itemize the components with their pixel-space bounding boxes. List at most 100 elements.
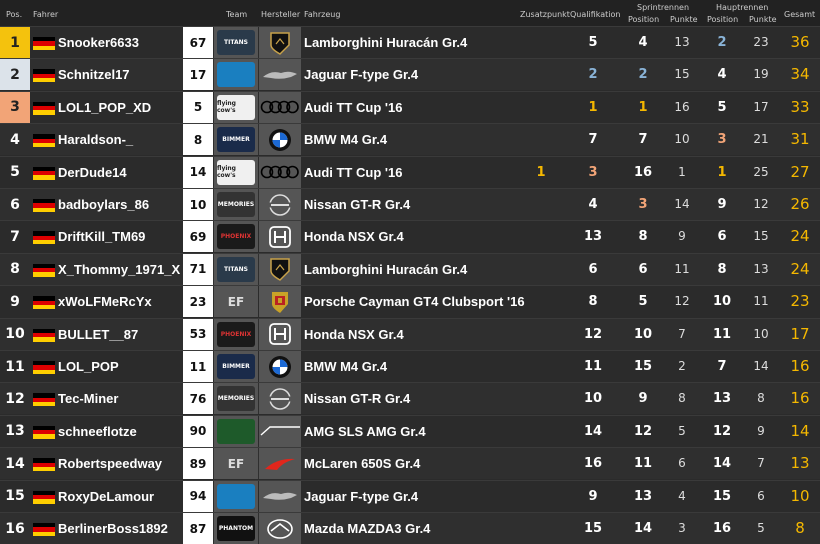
sprint-position: 8 <box>638 229 648 245</box>
car-number: 94 <box>183 480 213 512</box>
main-points: 5 <box>757 521 765 535</box>
amg-icon <box>259 415 301 447</box>
total-points: 17 <box>790 324 810 343</box>
qualifying-position: 14 <box>583 423 603 439</box>
total-points: 27 <box>790 162 810 181</box>
position-cell: 10 <box>5 326 25 343</box>
germany-flag-icon <box>33 458 55 472</box>
main-position: 11 <box>712 326 732 342</box>
driver-name: badboylars_86 <box>58 197 150 212</box>
sprint-position: 2 <box>638 67 648 83</box>
car-number: 8 <box>183 124 213 156</box>
table-row: 12 Tec-Miner 76 MEMORIES Nissan GT-R Gr.… <box>0 382 820 415</box>
bmw-icon <box>259 124 301 156</box>
team-cell: PHANTOM <box>214 513 258 544</box>
driver-name: Robertspeedway <box>58 456 163 472</box>
table-row: 1 Snooker6633 67 TITANS Lamborghini Hura… <box>0 26 820 58</box>
sprint-points: 8 <box>678 391 686 406</box>
main-position: 2 <box>717 35 727 50</box>
honda-icon <box>259 221 301 253</box>
car-number: 11 <box>183 351 213 382</box>
header-vehicle: Fahrzeug <box>304 10 341 19</box>
team-cell: MEMORIES <box>214 383 258 415</box>
sprint-points: 3 <box>678 521 686 535</box>
table-row: 15 RoxyDeLamour 94 Jaguar F-type Gr.4 9 … <box>0 479 820 512</box>
position-cell: 6 <box>10 196 20 213</box>
driver-name: Haraldson-_ <box>58 132 134 148</box>
team-cell <box>214 59 258 91</box>
main-points: 19 <box>753 67 769 82</box>
sprint-position: 9 <box>638 391 648 407</box>
sprint-position: 5 <box>638 294 648 310</box>
sprint-position: 14 <box>633 521 653 536</box>
main-points: 7 <box>757 456 765 471</box>
sprint-points: 9 <box>678 229 686 244</box>
team-logo <box>217 418 255 444</box>
total-points: 24 <box>790 227 810 246</box>
header-main-pts: Punkte <box>749 15 777 24</box>
team-cell: TITANS <box>214 253 258 285</box>
table-row: 2 Schnitzel17 17 Jaguar F-type Gr.4 2 2 … <box>0 58 820 91</box>
table-row: 3 LOL1_POP_XD 5 flying cow's Audi TT Cup… <box>0 90 820 123</box>
main-points: 17 <box>753 99 769 114</box>
main-position: 10 <box>712 294 732 310</box>
table-row: 16 BerlinerBoss1892 87 PHANTOM Mazda MAZ… <box>0 512 820 544</box>
position-cell: 15 <box>5 488 25 505</box>
car-number: 71 <box>183 253 213 285</box>
germany-flag-icon <box>33 37 55 50</box>
driver-name: LOL1_POP_XD <box>58 99 152 115</box>
germany-flag-icon <box>33 231 55 245</box>
team-cell: EF <box>214 286 258 318</box>
vehicle-name: Porsche Cayman GT4 Clubsport '16 <box>304 294 525 310</box>
driver-name: DriftKill_TM69 <box>58 229 146 245</box>
team-label: EF <box>227 294 245 309</box>
team-logo: MEMORIES <box>217 386 255 412</box>
total-points: 23 <box>790 292 810 311</box>
porsche-icon <box>259 286 301 318</box>
team-logo: BIMMER <box>217 354 255 379</box>
extra-point <box>526 59 556 90</box>
total-points: 33 <box>790 97 810 116</box>
header-sprint-pts: Punkte <box>670 15 698 24</box>
main-position: 7 <box>717 359 727 374</box>
header-maker: Hersteller <box>261 10 301 19</box>
team-logo: TITANS <box>217 256 255 282</box>
team-logo <box>217 62 255 88</box>
header-sprint: Sprintrennen <box>637 3 690 12</box>
germany-flag-icon <box>33 101 55 115</box>
sprint-points: 10 <box>674 132 690 147</box>
extra-point <box>526 448 556 479</box>
vehicle-name: Nissan GT-R Gr.4 <box>304 391 411 407</box>
jaguar-icon <box>259 59 301 91</box>
extra-point <box>526 27 556 58</box>
table-row: 7 DriftKill_TM69 69 PHOENIX Honda NSX Gr… <box>0 220 820 253</box>
sprint-position: 11 <box>633 456 653 472</box>
total-points: 10 <box>790 486 810 505</box>
table-row: 4 Haraldson-_ 8 BIMMER BMW M4 Gr.4 7 7 1… <box>0 123 820 156</box>
main-position: 5 <box>717 99 727 115</box>
main-points: 13 <box>753 261 769 276</box>
germany-flag-icon <box>33 296 55 310</box>
extra-point <box>526 92 556 123</box>
team-cell: EF <box>214 448 258 480</box>
car-number: 17 <box>183 59 213 91</box>
position-cell: 13 <box>5 423 25 440</box>
nissan-icon <box>259 383 301 415</box>
driver-name: schneeflotze <box>58 423 137 439</box>
header-team: Team <box>226 10 248 19</box>
qualifying-position: 15 <box>583 521 603 536</box>
lamborghini-icon <box>259 27 301 58</box>
position-cell: 14 <box>5 455 25 472</box>
main-position: 9 <box>717 197 727 212</box>
header-extra: Zusatzpunkt <box>520 10 570 19</box>
sprint-points: 1 <box>678 164 686 179</box>
team-cell: flying cow's <box>214 156 258 188</box>
total-points: 14 <box>790 421 810 440</box>
extra-point <box>526 481 556 512</box>
vehicle-name: Honda NSX Gr.4 <box>304 229 404 245</box>
vehicle-name: McLaren 650S Gr.4 <box>304 456 421 472</box>
team-logo: TITANS <box>217 30 255 55</box>
extra-point <box>526 351 556 382</box>
sprint-position: 13 <box>633 488 653 504</box>
team-logo: MEMORIES <box>217 192 255 217</box>
